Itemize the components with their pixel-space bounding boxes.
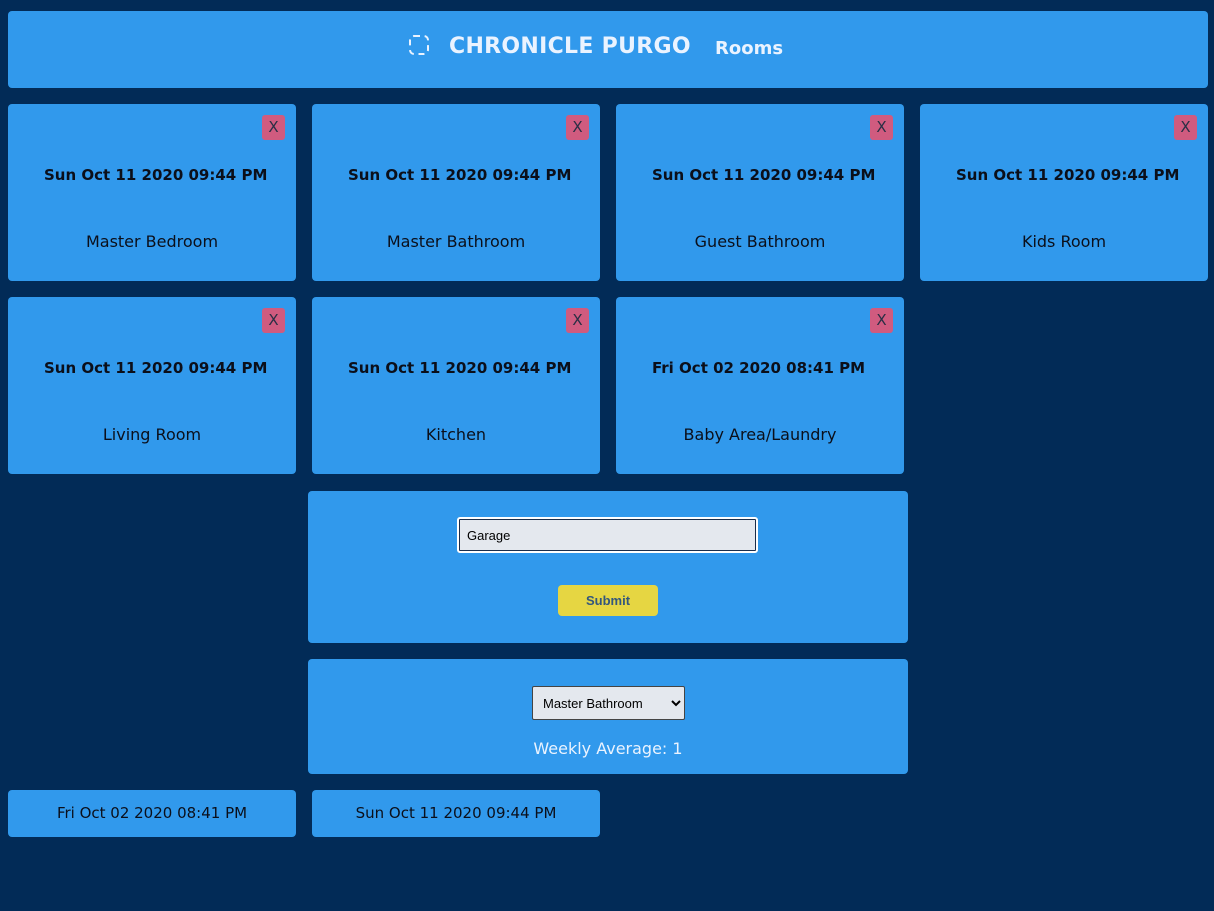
room-card[interactable]: X Sun Oct 11 2020 09:44 PM Master Bathro… <box>312 104 600 281</box>
room-card[interactable]: X Sun Oct 11 2020 09:44 PM Guest Bathroo… <box>616 104 904 281</box>
entry-item: Fri Oct 02 2020 08:41 PM <box>8 790 296 837</box>
room-name-input[interactable] <box>457 517 758 553</box>
close-button[interactable]: X <box>262 115 285 140</box>
close-button[interactable]: X <box>870 115 893 140</box>
add-room-panel: Submit <box>308 491 908 643</box>
room-name: Master Bathroom <box>386 232 526 251</box>
entry-item: Sun Oct 11 2020 09:44 PM <box>312 790 600 837</box>
room-name: Kitchen <box>425 425 487 444</box>
stats-panel: Master Bathroom Weekly Average: 1 <box>308 659 908 774</box>
close-button[interactable]: X <box>262 308 285 333</box>
room-name: Guest Bathroom <box>694 232 826 251</box>
room-card[interactable]: X Sun Oct 11 2020 09:44 PM Master Bedroo… <box>8 104 296 281</box>
room-timestamp: Sun Oct 11 2020 09:44 PM <box>44 166 268 184</box>
room-name: Living Room <box>102 425 202 444</box>
submit-button[interactable]: Submit <box>558 585 658 616</box>
room-timestamp: Sun Oct 11 2020 09:44 PM <box>652 166 876 184</box>
room-timestamp: Sun Oct 11 2020 09:44 PM <box>44 359 268 377</box>
close-button[interactable]: X <box>1174 115 1197 140</box>
brand-title: CHRONICLE PURGO <box>449 34 691 59</box>
close-button[interactable]: X <box>870 308 893 333</box>
dashed-square-icon <box>409 35 429 55</box>
room-name: Master Bedroom <box>85 232 219 251</box>
room-card[interactable]: X Sun Oct 11 2020 09:44 PM Kids Room <box>920 104 1208 281</box>
room-select[interactable]: Master Bathroom <box>532 686 685 720</box>
room-card[interactable]: X Sun Oct 11 2020 09:44 PM Living Room <box>8 297 296 474</box>
room-name: Kids Room <box>1021 232 1107 251</box>
room-timestamp: Sun Oct 11 2020 09:44 PM <box>348 359 572 377</box>
weekly-average: Weekly Average: 1 <box>533 739 683 758</box>
close-button[interactable]: X <box>566 308 589 333</box>
room-card[interactable]: X Fri Oct 02 2020 08:41 PM Baby Area/Lau… <box>616 297 904 474</box>
app-header: CHRONICLE PURGO Rooms <box>8 11 1208 88</box>
room-timestamp: Fri Oct 02 2020 08:41 PM <box>652 359 866 377</box>
nav-rooms-link[interactable]: Rooms <box>715 38 783 59</box>
room-card[interactable]: X Sun Oct 11 2020 09:44 PM Kitchen <box>312 297 600 474</box>
room-name: Baby Area/Laundry <box>683 425 837 444</box>
room-timestamp: Sun Oct 11 2020 09:44 PM <box>348 166 572 184</box>
close-button[interactable]: X <box>566 115 589 140</box>
room-timestamp: Sun Oct 11 2020 09:44 PM <box>956 166 1180 184</box>
